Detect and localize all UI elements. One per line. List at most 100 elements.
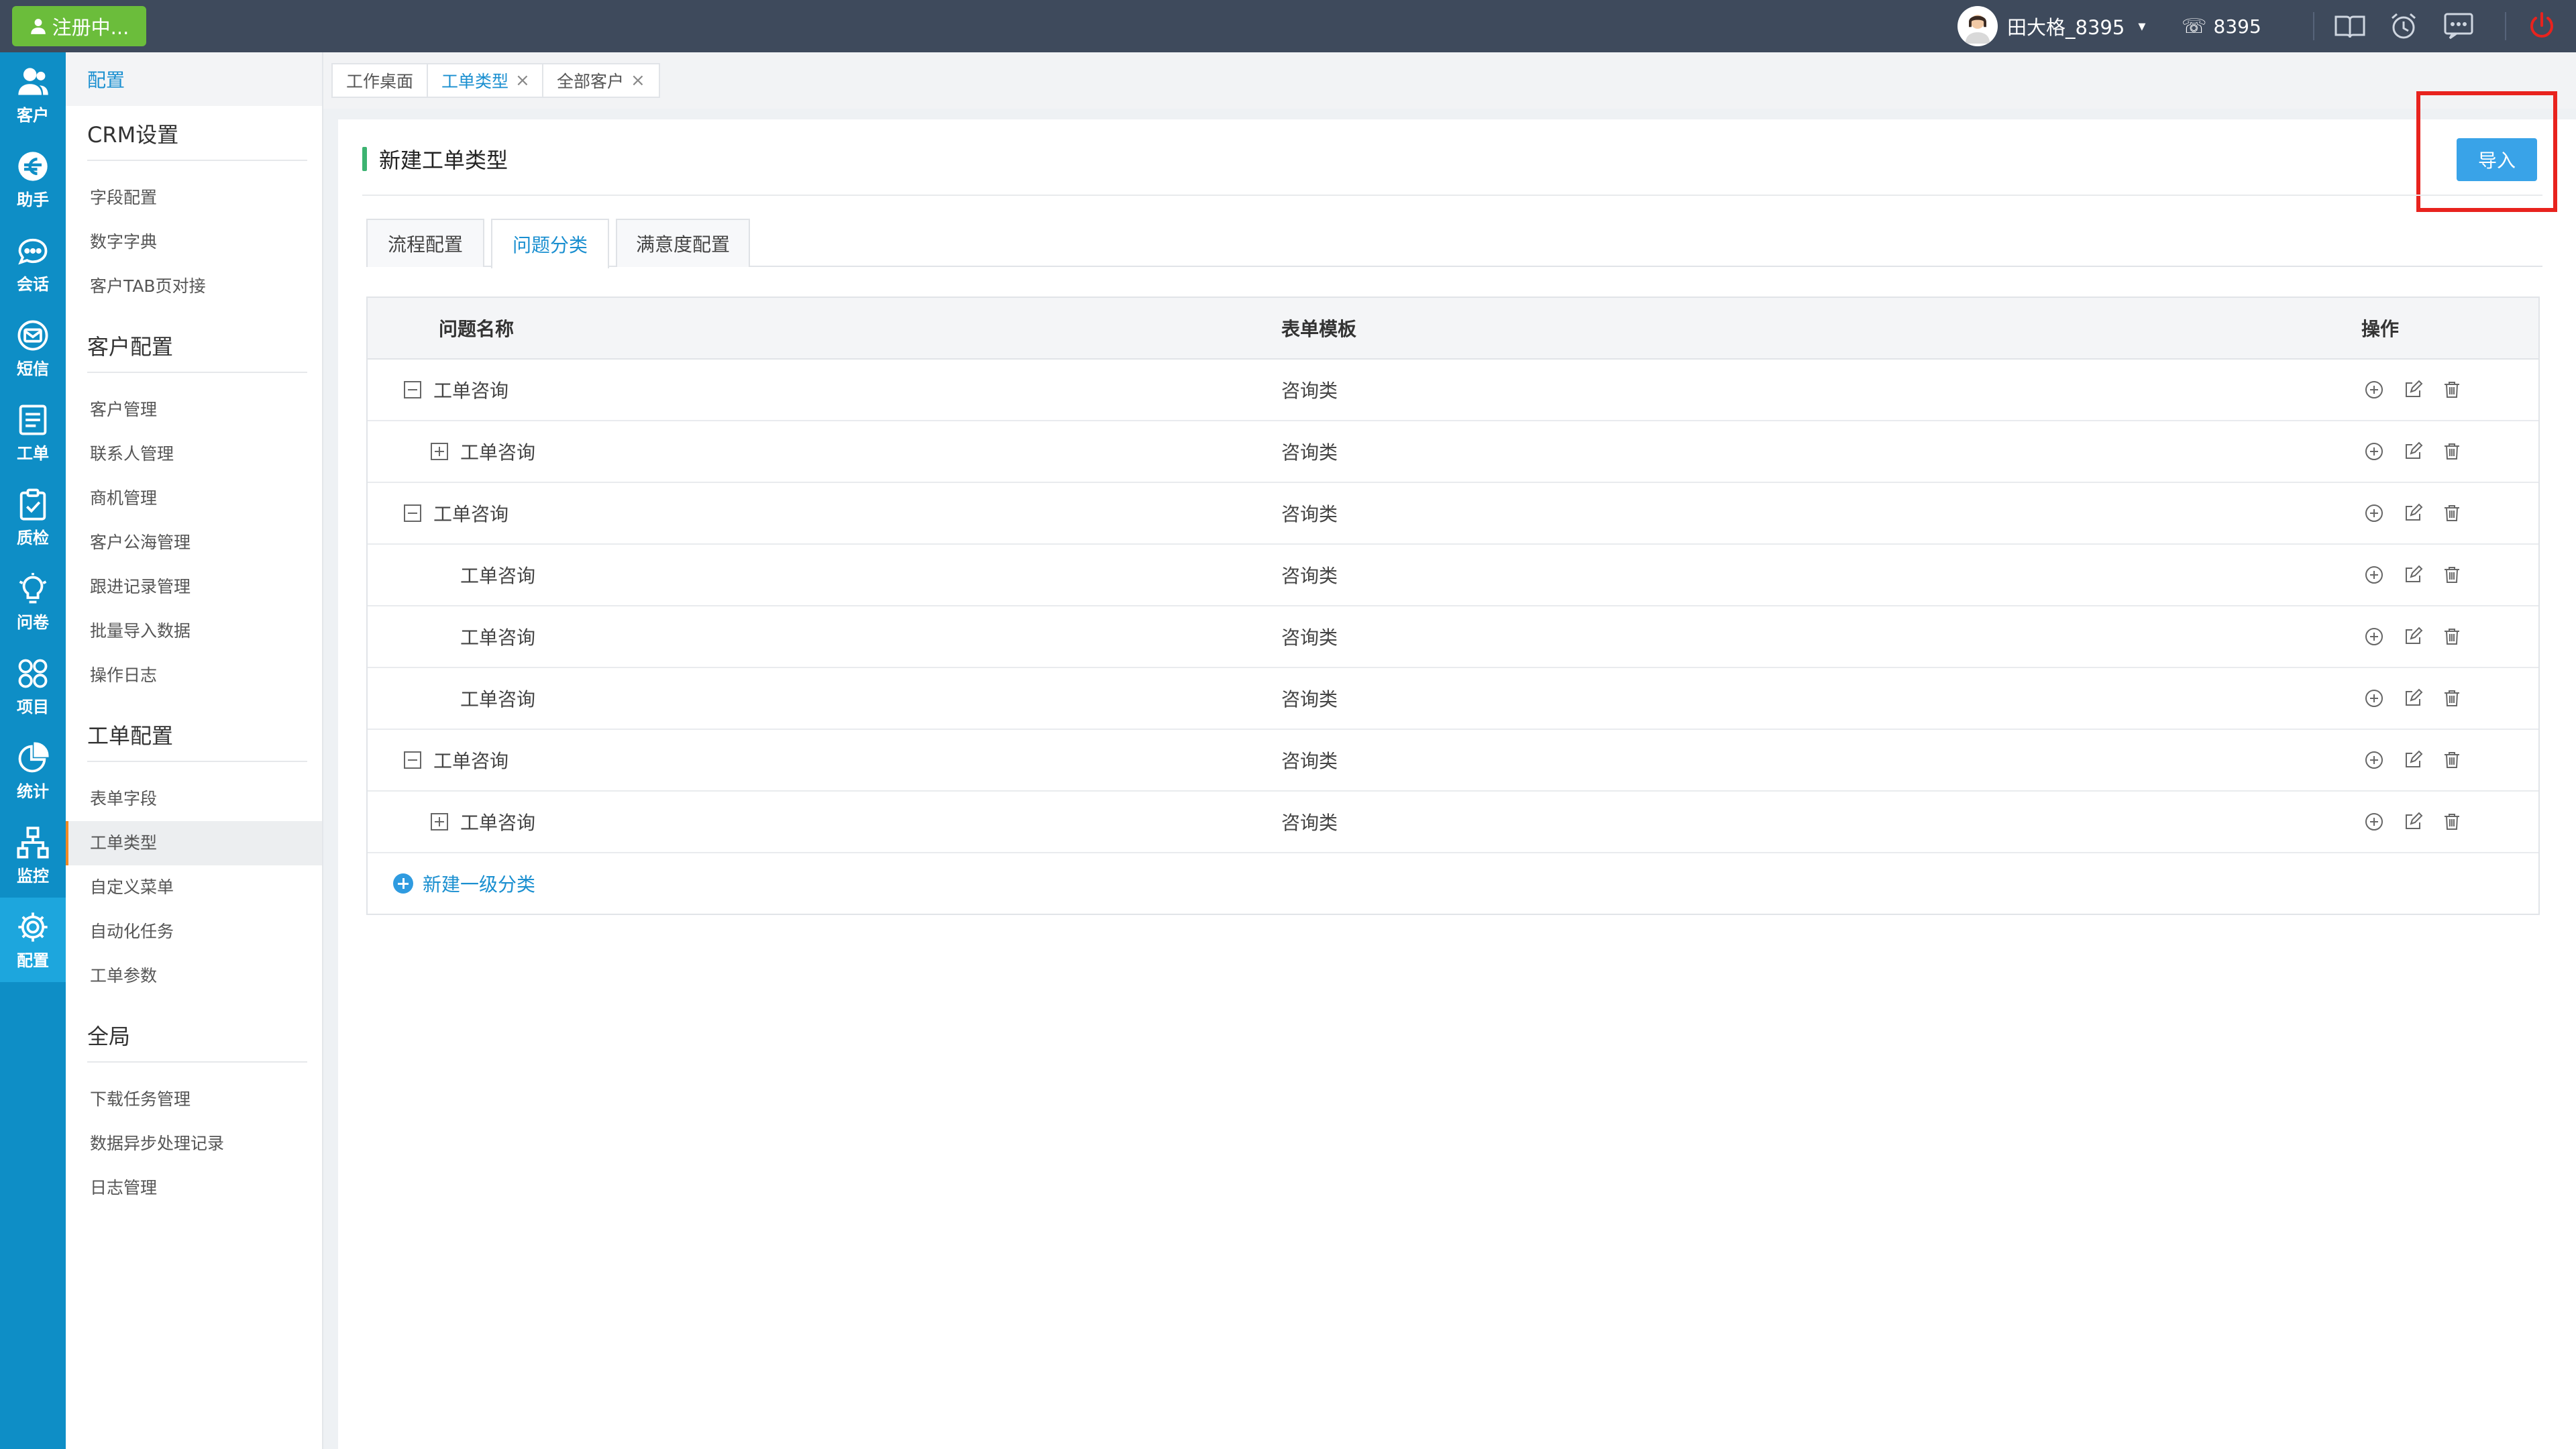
column-header-template: 表单模板	[1281, 318, 1357, 340]
alarm-clock-icon[interactable]	[2387, 10, 2420, 42]
sidebar-item-customer-tab[interactable]: 客户TAB页对接	[66, 264, 322, 309]
message-icon[interactable]	[2442, 10, 2475, 42]
sidebar-item-opportunity[interactable]: 商机管理	[66, 476, 322, 521]
sidebar-item-field-config[interactable]: 字段配置	[66, 176, 322, 220]
category-name-cell: 工单咨询	[404, 747, 508, 773]
customer-icon	[18, 67, 48, 95]
sidebar-item-async-records[interactable]: 数据异步处理记录	[66, 1122, 322, 1166]
nav-project[interactable]: 项目	[0, 644, 66, 729]
add-child-icon[interactable]	[2364, 503, 2384, 523]
collapse-icon[interactable]	[404, 504, 421, 522]
tab-process-config[interactable]: 流程配置	[366, 219, 484, 267]
edit-icon[interactable]	[2403, 688, 2423, 708]
add-child-icon[interactable]	[2364, 627, 2384, 647]
nav-stats[interactable]: 统计	[0, 729, 66, 813]
table-row: 工单咨询 咨询类	[368, 360, 2538, 421]
extension-status[interactable]: ☏ 8395	[2182, 5, 2261, 47]
phone-icon: ☏	[2182, 14, 2207, 38]
edit-icon[interactable]	[2403, 380, 2423, 400]
sidebar-item-customer-mgmt[interactable]: 客户管理	[66, 388, 322, 432]
sidebar-item-log-mgmt[interactable]: 日志管理	[66, 1166, 322, 1210]
category-name: 工单咨询	[460, 627, 536, 649]
category-name: 工单咨询	[460, 812, 536, 834]
category-name: 工单咨询	[460, 441, 536, 464]
edit-icon[interactable]	[2403, 812, 2423, 832]
monitor-icon	[17, 826, 49, 859]
expand-icon[interactable]	[431, 813, 448, 830]
trash-icon[interactable]	[2442, 503, 2462, 523]
plus-circle-icon	[393, 873, 413, 894]
tab-all-customers[interactable]: 全部客户 ×	[542, 63, 660, 98]
sidebar-item-bulk-import[interactable]: 批量导入数据	[66, 609, 322, 653]
trash-icon[interactable]	[2442, 441, 2462, 462]
sidebar-item-form-fields[interactable]: 表单字段	[66, 777, 322, 821]
row-actions	[2364, 565, 2462, 585]
sidebar-item-followup[interactable]: 跟进记录管理	[66, 565, 322, 609]
add-category-button[interactable]: 新建一级分类	[368, 853, 2538, 914]
sidebar-item-dictionary[interactable]: 数字字典	[66, 220, 322, 264]
template-cell: 咨询类	[1281, 627, 1338, 649]
nav-config[interactable]: 配置	[0, 898, 66, 982]
column-header-name: 问题名称	[439, 318, 515, 340]
register-status-button[interactable]: 注册中...	[12, 6, 146, 46]
add-child-icon[interactable]	[2364, 380, 2384, 400]
add-child-icon[interactable]	[2364, 565, 2384, 585]
nav-customer[interactable]: 客户	[0, 52, 66, 137]
sidebar-item-public-pool[interactable]: 客户公海管理	[66, 521, 322, 565]
tab-issue-category[interactable]: 问题分类	[491, 219, 609, 268]
nav-assistant[interactable]: 助手	[0, 137, 66, 221]
sidebar-item-ticket-types[interactable]: 工单类型	[66, 821, 322, 865]
category-name: 工单咨询	[460, 565, 536, 587]
nav-sms[interactable]: 短信	[0, 306, 66, 390]
add-child-icon[interactable]	[2364, 812, 2384, 832]
add-child-icon[interactable]	[2364, 688, 2384, 708]
edit-icon[interactable]	[2403, 565, 2423, 585]
expand-icon[interactable]	[431, 443, 448, 460]
sidebar-item-custom-menu[interactable]: 自定义菜单	[66, 865, 322, 910]
sidebar-item-ticket-params[interactable]: 工单参数	[66, 954, 322, 998]
add-child-icon[interactable]	[2364, 441, 2384, 462]
edit-icon[interactable]	[2403, 503, 2423, 523]
sidebar-item-automation[interactable]: 自动化任务	[66, 910, 322, 954]
close-icon[interactable]: ×	[515, 70, 530, 91]
tab-satisfaction-config[interactable]: 满意度配置	[616, 219, 750, 267]
category-name: 工单咨询	[433, 380, 509, 402]
trash-icon[interactable]	[2442, 380, 2462, 400]
tab-ticket-types[interactable]: 工单类型 ×	[427, 63, 545, 98]
category-name: 工单咨询	[460, 688, 536, 710]
issue-category-table: 问题名称 表单模板 操作 工单咨询 咨询类 工单咨询 咨询类 工单咨询 咨询类 工单咨询 咨询…	[366, 297, 2540, 915]
table-row: 工单咨询 咨询类	[368, 421, 2538, 483]
book-icon[interactable]	[2333, 10, 2367, 42]
sidebar-item-contact-mgmt[interactable]: 联系人管理	[66, 432, 322, 476]
pie-chart-icon	[18, 741, 49, 772]
trash-icon[interactable]	[2442, 627, 2462, 647]
sidebar-group-ticket: 工单配置	[87, 707, 307, 762]
row-actions	[2364, 503, 2462, 523]
tab-workbench[interactable]: 工作桌面	[331, 63, 429, 98]
nav-ticket[interactable]: 工单	[0, 390, 66, 475]
edit-icon[interactable]	[2403, 627, 2423, 647]
user-icon	[30, 19, 46, 34]
chat-icon	[18, 238, 48, 264]
trash-icon[interactable]	[2442, 812, 2462, 832]
power-icon[interactable]	[2525, 10, 2559, 42]
survey-bulb-icon	[19, 572, 47, 603]
edit-icon[interactable]	[2403, 441, 2423, 462]
nav-survey[interactable]: 问卷	[0, 559, 66, 644]
import-button[interactable]: 导入	[2457, 138, 2537, 181]
trash-icon[interactable]	[2442, 750, 2462, 770]
close-icon[interactable]: ×	[631, 70, 645, 91]
edit-icon[interactable]	[2403, 750, 2423, 770]
trash-icon[interactable]	[2442, 565, 2462, 585]
trash-icon[interactable]	[2442, 688, 2462, 708]
collapse-icon[interactable]	[404, 751, 421, 769]
collapse-icon[interactable]	[404, 381, 421, 398]
nav-chat[interactable]: 会话	[0, 221, 66, 306]
user-menu[interactable]: 田大格_8395 ▾	[1957, 5, 2145, 47]
add-child-icon[interactable]	[2364, 750, 2384, 770]
sidebar-item-download-tasks[interactable]: 下载任务管理	[66, 1077, 322, 1122]
row-actions	[2364, 812, 2462, 832]
nav-monitor[interactable]: 监控	[0, 813, 66, 898]
sidebar-item-operation-log[interactable]: 操作日志	[66, 653, 322, 698]
nav-quality[interactable]: 质检	[0, 475, 66, 559]
